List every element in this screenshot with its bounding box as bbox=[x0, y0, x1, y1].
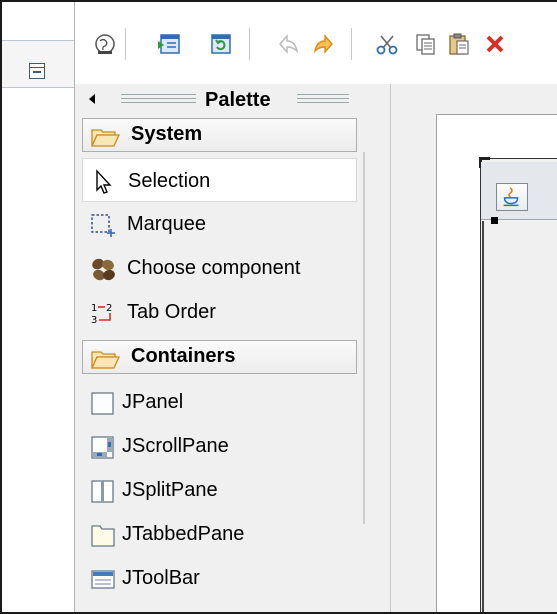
left-sidebar bbox=[2, 2, 74, 612]
jtoolbar-icon bbox=[91, 570, 115, 589]
svg-text:1: 1 bbox=[91, 303, 97, 314]
palette-panel: Palette System Selection Marquee Choose … bbox=[75, 84, 390, 612]
drawer-containers[interactable]: Containers bbox=[82, 340, 357, 374]
drawer-label: System bbox=[131, 123, 203, 145]
copy-icon[interactable] bbox=[413, 32, 437, 56]
arrow-cursor-icon bbox=[96, 169, 112, 194]
palette-item-jsplitpane[interactable]: JSplitPane bbox=[82, 468, 357, 512]
item-label: JTabbedPane bbox=[122, 523, 245, 545]
resize-handle[interactable] bbox=[491, 217, 498, 224]
toolbar-separator bbox=[249, 28, 250, 60]
refresh-icon[interactable] bbox=[209, 32, 233, 56]
item-label: Marquee bbox=[127, 213, 206, 235]
palette-item-jpanel[interactable]: JPanel bbox=[82, 380, 357, 424]
palette-gutter bbox=[365, 84, 392, 612]
palette-item-jscrollpane[interactable]: JScrollPane bbox=[82, 424, 357, 468]
jsplitpane-icon bbox=[91, 480, 114, 503]
window-frame: Palette System Selection Marquee Choose … bbox=[0, 0, 557, 614]
redo-icon[interactable] bbox=[311, 32, 335, 56]
palette-item-marquee[interactable]: Marquee bbox=[82, 202, 357, 246]
marquee-icon bbox=[91, 214, 115, 237]
palette-item-choose-component[interactable]: Choose component bbox=[82, 246, 357, 290]
item-label: Tab Order bbox=[127, 301, 216, 323]
item-label: JSplitPane bbox=[122, 479, 218, 501]
java-icon bbox=[496, 183, 528, 211]
folder-open-icon bbox=[91, 351, 121, 369]
palette-item-jtoolbar[interactable]: JToolBar bbox=[82, 556, 357, 600]
left-top-band bbox=[2, 2, 74, 40]
toolbar-separator bbox=[125, 28, 126, 60]
item-label: JPanel bbox=[122, 391, 184, 413]
toolbar bbox=[75, 2, 557, 84]
palette-title: Palette bbox=[205, 89, 271, 111]
toolbar-separator bbox=[351, 28, 352, 60]
drawer-label: Containers bbox=[131, 345, 236, 367]
cut-icon[interactable] bbox=[375, 32, 399, 56]
beans-icon bbox=[92, 258, 115, 281]
grip-icon bbox=[121, 94, 196, 103]
collapse-arrow-icon[interactable] bbox=[89, 94, 95, 104]
palette-item-selection[interactable]: Selection bbox=[82, 158, 357, 202]
grip-icon bbox=[297, 94, 349, 103]
svg-text:2: 2 bbox=[106, 303, 112, 314]
palette-item-jtabbedpane[interactable]: JTabbedPane bbox=[82, 512, 357, 556]
palette-item-tab-order[interactable]: 1 2 3 Tab Order bbox=[82, 290, 357, 334]
jtabbedpane-icon bbox=[91, 525, 115, 547]
drawer-system[interactable]: System bbox=[82, 118, 357, 152]
jframe-content[interactable] bbox=[482, 221, 557, 612]
paste-icon[interactable] bbox=[447, 32, 471, 56]
item-label: JScrollPane bbox=[122, 435, 229, 457]
preview-icon[interactable] bbox=[157, 32, 181, 56]
folder-open-icon bbox=[91, 129, 121, 147]
jpanel-icon bbox=[91, 392, 114, 415]
undo-icon[interactable] bbox=[277, 32, 301, 56]
item-label: Selection bbox=[128, 170, 211, 192]
item-label: JToolBar bbox=[122, 567, 200, 589]
item-label: Choose component bbox=[127, 257, 301, 279]
restore-panel-icon[interactable] bbox=[29, 63, 45, 79]
tab-order-icon: 1 2 3 bbox=[91, 303, 112, 326]
jscrollpane-icon bbox=[91, 436, 114, 459]
delete-icon[interactable] bbox=[483, 32, 507, 56]
palette-header[interactable]: Palette bbox=[81, 88, 361, 112]
svg-text:3: 3 bbox=[91, 315, 97, 326]
globe-icon[interactable] bbox=[93, 32, 117, 56]
